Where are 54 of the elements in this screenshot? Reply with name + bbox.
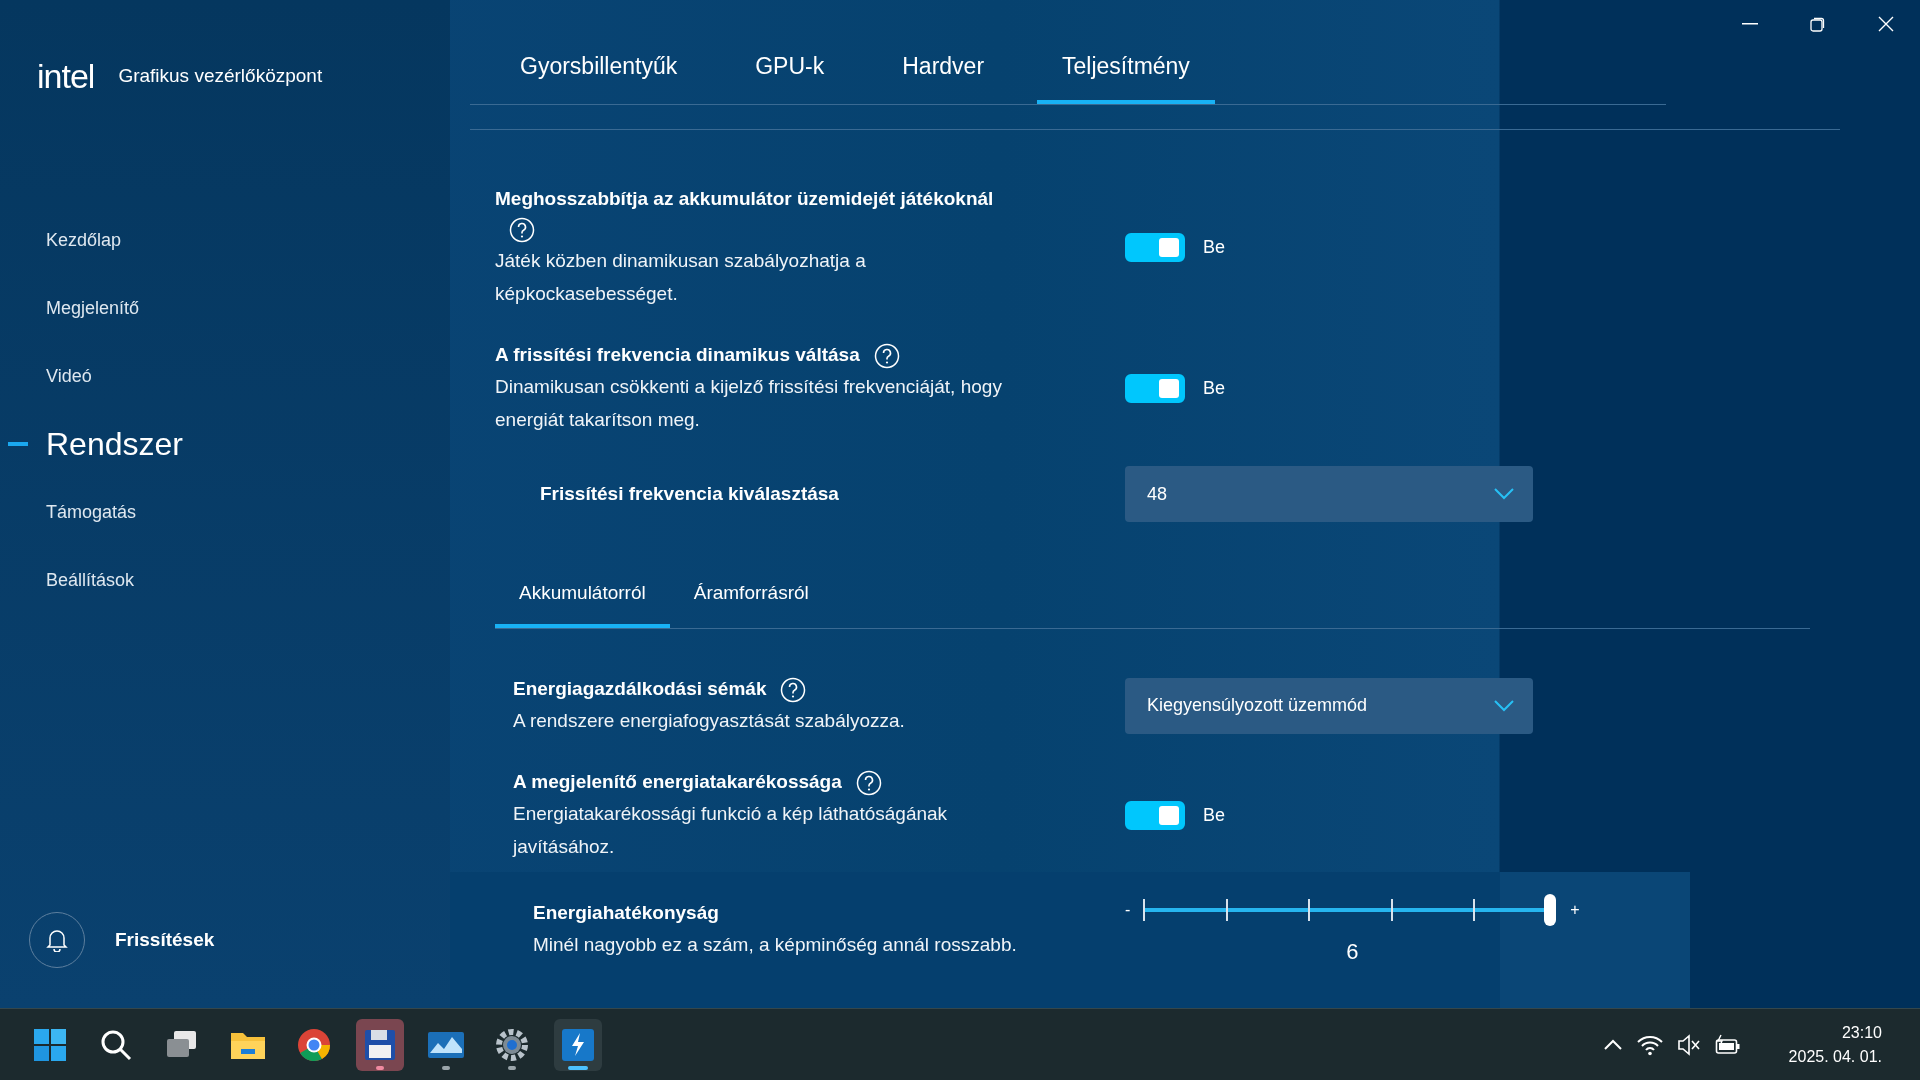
dropdown[interactable]: 48 [1125,466,1533,522]
setting-description: A rendszere energiafogyasztását szabályozza. [513,709,906,733]
nav-item[interactable]: Rendszer [0,410,450,478]
toggle-state-label: Be [1203,377,1226,399]
nav-item[interactable]: Videó [0,342,450,410]
help-icon[interactable] [509,217,535,243]
help-icon[interactable] [873,343,900,369]
battery-charging-icon[interactable] [1714,1033,1741,1056]
setting-description: Energiatakarékossági funkció a kép láthatóságának javításához. [513,802,949,859]
setting-description: Minél nagyobb ez a szám, a képminőség annál rosszabb. [533,932,1018,957]
setting-title: A frissítési frekvencia dinamikus váltása [495,344,860,365]
tab[interactable]: GPU-k [730,53,850,104]
chevron-down-icon [1493,698,1515,713]
setting-title: Meghosszabbítja az akkumulátor üzemidejét játékoknál [495,188,994,209]
setting-description: Játék közben dinamikusan szabályozhatja a képkockasebességet. [495,249,867,306]
minus-label: - [1125,901,1131,919]
chevron-up-icon[interactable] [1602,1038,1623,1051]
toggle-switch[interactable] [1125,232,1185,262]
toggle-state-label: Be [1203,804,1226,826]
setting-title: Frissítési frekvencia kiválasztása [540,483,839,504]
logo: intel [37,56,95,96]
setting-description: Dinamikusan csökkenti a kijelző frissítési frekvenciáját, hogy energiát takarítson meg. [495,375,1003,432]
toggle-state-label: Be [1203,236,1226,258]
minimize-icon[interactable] [1742,23,1758,25]
tab[interactable]: Hardver [877,53,1010,104]
clock[interactable]: 23:10 2025. 04. 01. [1788,1020,1882,1069]
app-icon[interactable] [554,1018,602,1071]
setting-title: Energiahatékonyság [533,901,719,923]
muted-speaker-icon[interactable] [1676,1033,1701,1056]
setting-title: Energiagazdálkodási sémák [513,678,767,699]
tab[interactable]: Gyorsbillentyűk [495,53,703,104]
nav-item[interactable]: Kezdőlap [0,206,450,274]
slider-thumb[interactable] [1544,894,1557,926]
sub-tab[interactable]: Akkumulátorról [495,582,670,628]
help-icon[interactable] [780,677,807,703]
nav-item[interactable]: Támogatás [0,478,450,546]
wifi-icon[interactable] [1636,1033,1663,1056]
dropdown[interactable]: Kiegyensúlyozott üzemmód [1125,677,1533,734]
sub-tab[interactable]: Áramforrásról [669,582,833,628]
close-icon[interactable] [1878,16,1894,32]
chevron-down-icon [1493,487,1515,501]
notifications-label[interactable]: Frissítések [115,929,215,951]
setting-title: A megjelenítő energiatakarékossága [513,771,842,792]
toggle-switch[interactable] [1125,800,1185,830]
tab[interactable]: Teljesítmény [1037,53,1215,104]
restore-icon[interactable] [1810,16,1826,32]
slider-track[interactable] [1144,893,1557,927]
nav-item[interactable]: Megjelenítő [0,274,450,342]
app-title: Grafikus vezérlőközpont [118,65,323,87]
plus-label: + [1570,901,1580,919]
nav-item[interactable]: Beállítások [0,546,450,614]
toggle-switch[interactable] [1125,373,1185,403]
help-icon[interactable] [855,770,882,796]
slider-value: 6 [1346,939,1359,965]
